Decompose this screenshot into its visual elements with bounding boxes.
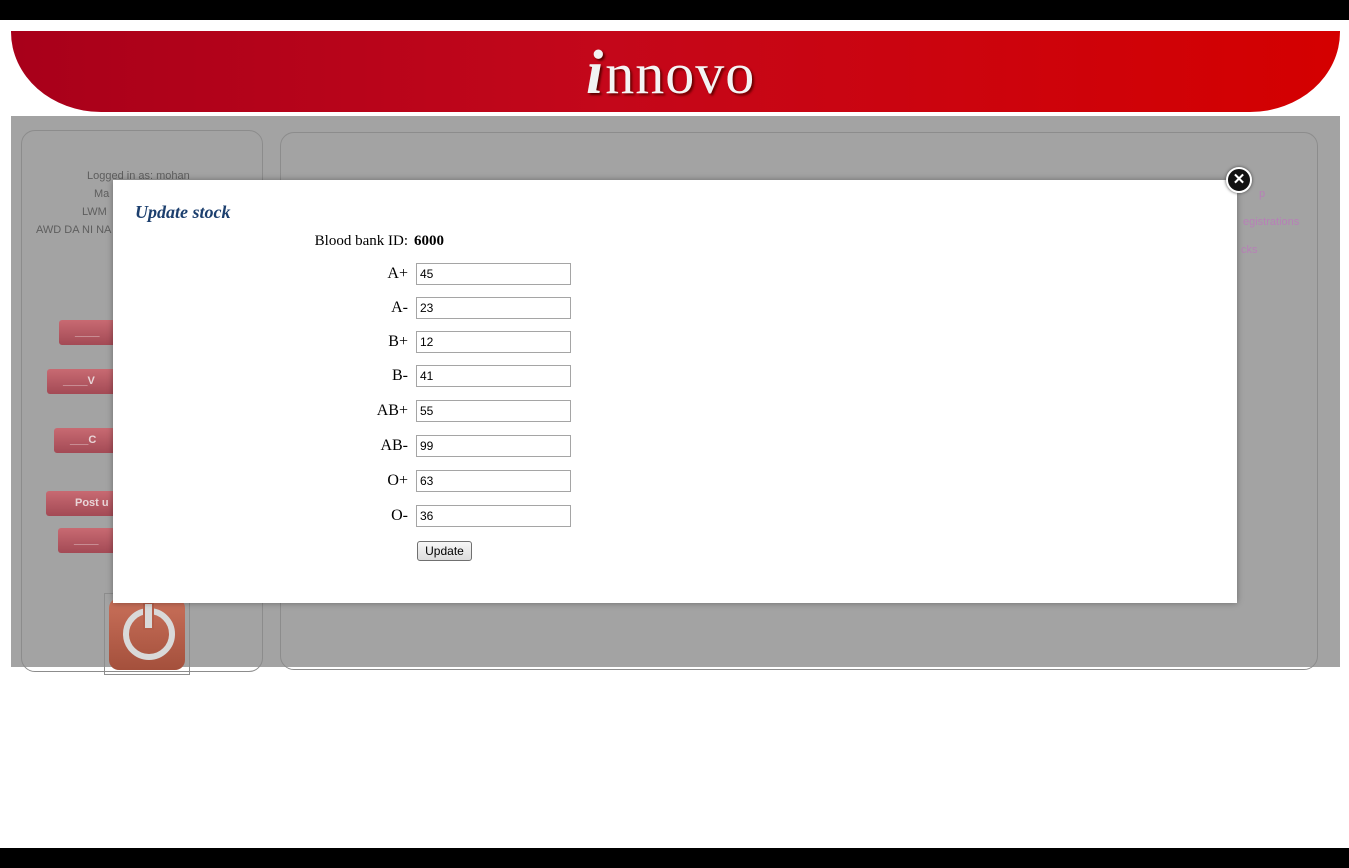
user-info-line: AWD DA NI NA xyxy=(36,224,112,236)
stock-row-ab-positive: AB+ xyxy=(113,400,1237,424)
field-label: A+ xyxy=(387,265,408,282)
ab-positive-input[interactable] xyxy=(416,400,571,422)
blood-bank-id-label: Blood bank ID: xyxy=(314,233,408,249)
field-label: B- xyxy=(392,367,408,384)
power-icon xyxy=(109,598,185,670)
ab-negative-input[interactable] xyxy=(416,435,571,457)
a-negative-input[interactable] xyxy=(416,297,571,319)
update-button[interactable]: Update xyxy=(417,541,472,561)
field-label: AB+ xyxy=(376,402,408,419)
field-label: A- xyxy=(391,299,408,316)
registrations-link[interactable]: egistrations xyxy=(1243,216,1299,228)
field-label: O- xyxy=(391,507,408,524)
top-black-bar xyxy=(0,0,1349,20)
stock-row-b-positive: B+ xyxy=(113,331,1237,355)
b-positive-input[interactable] xyxy=(416,331,571,353)
stock-row-a-negative: A- xyxy=(113,297,1237,321)
modal-title: Update stock xyxy=(135,202,231,222)
innovo-logo: i nnovo xyxy=(586,39,756,107)
a-positive-input[interactable] xyxy=(416,263,571,285)
stock-row-o-positive: O+ xyxy=(113,470,1237,494)
field-label: B+ xyxy=(388,333,408,350)
close-icon[interactable]: ✕ xyxy=(1226,167,1252,193)
logout-power-button[interactable] xyxy=(104,593,190,675)
b-negative-input[interactable] xyxy=(416,365,571,387)
header-banner: i nnovo xyxy=(11,31,1340,112)
stock-row-ab-negative: AB- xyxy=(113,435,1237,459)
right-link[interactable]: p xyxy=(1259,188,1265,200)
logo-letter: i xyxy=(586,39,604,107)
update-stock-modal: Update stock Blood bank ID: 6000 A+ A- B… xyxy=(113,180,1237,603)
stock-row-b-negative: B- xyxy=(113,365,1237,389)
logo-text: nnovo xyxy=(605,41,756,106)
blood-bank-id-row: Blood bank ID: 6000 xyxy=(113,233,1237,253)
user-info-line: Ma xyxy=(94,188,110,200)
bottom-black-bar xyxy=(0,848,1349,868)
stock-row-a-positive: A+ xyxy=(113,263,1237,287)
stocks-link[interactable]: cks xyxy=(1241,244,1258,256)
blood-bank-id-value: 6000 xyxy=(414,233,444,249)
field-label: AB- xyxy=(380,437,408,454)
user-info-line: LWM xyxy=(82,206,107,218)
o-negative-input[interactable] xyxy=(416,505,571,527)
field-label: O+ xyxy=(387,472,408,489)
stock-row-o-negative: O- xyxy=(113,505,1237,529)
o-positive-input[interactable] xyxy=(416,470,571,492)
